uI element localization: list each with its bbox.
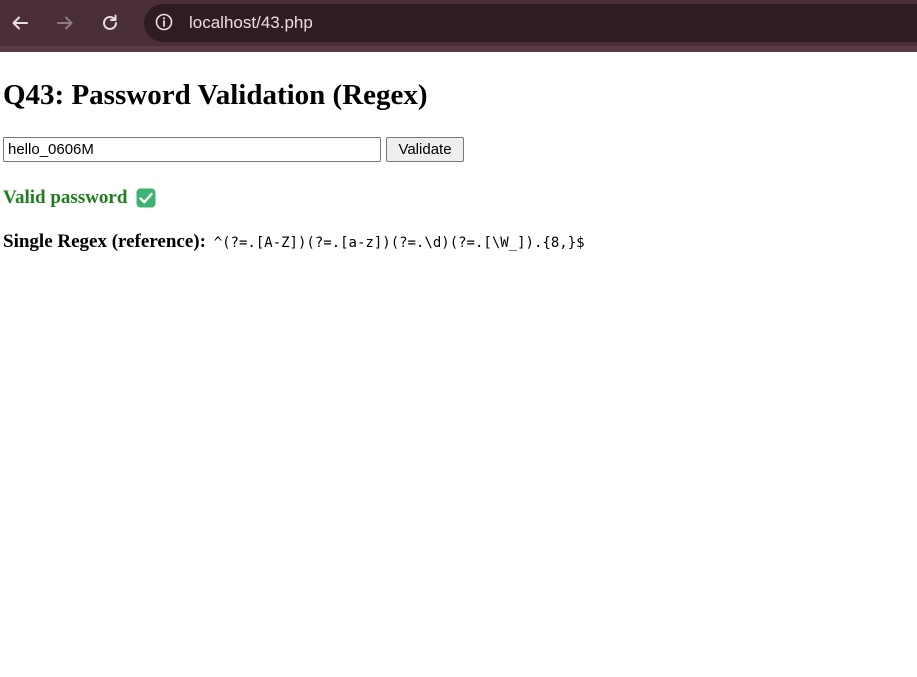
password-input[interactable]	[3, 137, 381, 162]
reload-button[interactable]	[96, 9, 124, 37]
arrow-left-icon	[12, 16, 28, 30]
info-icon[interactable]	[154, 12, 174, 32]
reload-icon	[103, 14, 117, 30]
regex-label: Single Regex (reference):	[3, 231, 206, 252]
page-title: Q43: Password Validation (Regex)	[3, 79, 428, 111]
check-mark-icon	[136, 188, 156, 208]
validation-result: Valid password	[3, 186, 156, 210]
back-button[interactable]	[6, 9, 34, 37]
arrow-right-icon	[57, 16, 73, 30]
url-text[interactable]: localhost/43.php	[189, 12, 313, 34]
validate-button[interactable]: Validate	[386, 137, 464, 162]
browser-toolbar: localhost/43.php	[0, 0, 917, 52]
page-content: Q43: Password Validation (Regex) Validat…	[0, 52, 917, 677]
regex-reference: Single Regex (reference): ^(?=.[A-Z])(?=…	[3, 230, 585, 255]
result-text: Valid password	[3, 187, 128, 208]
regex-pattern: ^(?=.[A-Z])(?=.[a-z])(?=.\d)(?=.[\W_]).{…	[213, 235, 585, 251]
forward-button[interactable]	[51, 9, 79, 37]
